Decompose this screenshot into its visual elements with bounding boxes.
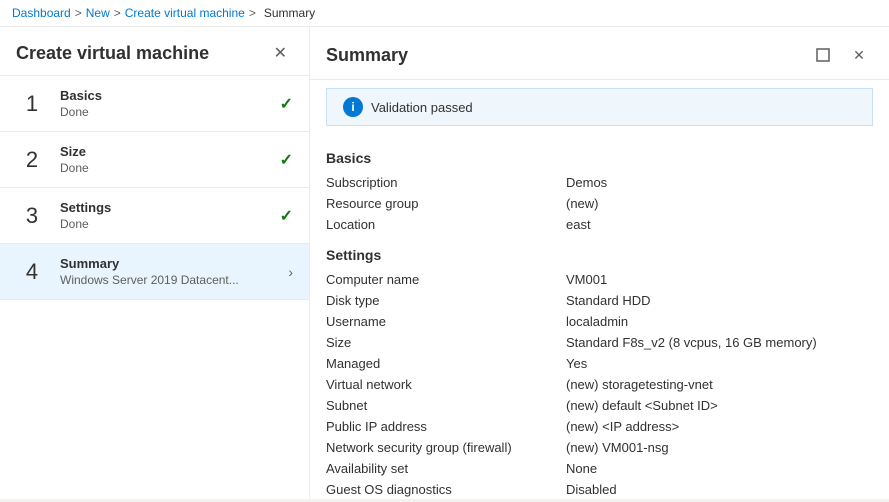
- step-number-1: 1: [16, 91, 48, 117]
- breadcrumb-current: Summary: [264, 6, 315, 20]
- step-title-size: Size: [60, 144, 280, 159]
- label-location: Location: [326, 214, 566, 235]
- left-panel-header: Create virtual machine ✕: [0, 27, 309, 76]
- step-subtitle-summary: Windows Server 2019 Datacent...: [60, 273, 288, 287]
- close-button[interactable]: ✕: [845, 41, 873, 69]
- step-subtitle-size: Done: [60, 161, 280, 175]
- step-item-settings[interactable]: 3 Settings Done ✓: [0, 188, 309, 244]
- label-subnet: Subnet: [326, 395, 566, 416]
- value-virtual-network: (new) storagetesting-vnet: [566, 374, 873, 395]
- label-disk-type: Disk type: [326, 290, 566, 311]
- main-container: Create virtual machine ✕ 1 Basics Done ✓…: [0, 27, 889, 499]
- label-subscription: Subscription: [326, 172, 566, 193]
- value-subnet: (new) default <Subnet ID>: [566, 395, 873, 416]
- step-check-size: ✓: [280, 150, 293, 170]
- step-number-3: 3: [16, 203, 48, 229]
- table-row: Disk type Standard HDD: [326, 290, 873, 311]
- step-info-size: Size Done: [60, 144, 280, 175]
- step-list: 1 Basics Done ✓ 2 Size Done ✓ 3: [0, 76, 309, 300]
- table-row: Computer name VM001: [326, 269, 873, 290]
- step-item-size[interactable]: 2 Size Done ✓: [0, 132, 309, 188]
- settings-table: Computer name VM001 Disk type Standard H…: [326, 269, 873, 499]
- table-row: Resource group (new): [326, 193, 873, 214]
- value-subscription: Demos: [566, 172, 873, 193]
- step-check-settings: ✓: [280, 206, 293, 226]
- label-size: Size: [326, 332, 566, 353]
- label-public-ip: Public IP address: [326, 416, 566, 437]
- step-check-basics: ✓: [280, 94, 293, 114]
- validation-icon: i: [343, 97, 363, 117]
- right-panel-icons: ✕: [809, 41, 873, 69]
- table-row: Subnet (new) default <Subnet ID>: [326, 395, 873, 416]
- validation-bar: i Validation passed: [326, 88, 873, 126]
- breadcrumb-new[interactable]: New: [86, 6, 110, 20]
- value-size: Standard F8s_v2 (8 vcpus, 16 GB memory): [566, 332, 873, 353]
- step-title-settings: Settings: [60, 200, 280, 215]
- step-item-summary[interactable]: 4 Summary Windows Server 2019 Datacent..…: [0, 244, 309, 300]
- left-panel: Create virtual machine ✕ 1 Basics Done ✓…: [0, 27, 310, 499]
- section-title-basics: Basics: [326, 150, 873, 166]
- step-info-basics: Basics Done: [60, 88, 280, 119]
- step-item-basics[interactable]: 1 Basics Done ✓: [0, 76, 309, 132]
- label-virtual-network: Virtual network: [326, 374, 566, 395]
- value-username: localadmin: [566, 311, 873, 332]
- table-row: Managed Yes: [326, 353, 873, 374]
- label-guest-os-diagnostics: Guest OS diagnostics: [326, 479, 566, 499]
- value-public-ip: (new) <IP address>: [566, 416, 873, 437]
- right-panel-header: Summary ✕: [310, 27, 889, 80]
- step-number-4: 4: [16, 259, 48, 285]
- table-row: Username localadmin: [326, 311, 873, 332]
- step-info-settings: Settings Done: [60, 200, 280, 231]
- value-location: east: [566, 214, 873, 235]
- value-guest-os-diagnostics: Disabled: [566, 479, 873, 499]
- value-resource-group: (new): [566, 193, 873, 214]
- summary-content: Basics Subscription Demos Resource group…: [310, 134, 889, 499]
- step-info-summary: Summary Windows Server 2019 Datacent...: [60, 256, 288, 287]
- right-panel: Summary ✕ i Validation passed Basics Sub…: [310, 27, 889, 499]
- label-resource-group: Resource group: [326, 193, 566, 214]
- label-nsg: Network security group (firewall): [326, 437, 566, 458]
- value-nsg: (new) VM001-nsg: [566, 437, 873, 458]
- label-availability-set: Availability set: [326, 458, 566, 479]
- left-panel-close-button[interactable]: ✕: [268, 41, 293, 65]
- value-computer-name: VM001: [566, 269, 873, 290]
- basics-table: Subscription Demos Resource group (new) …: [326, 172, 873, 235]
- maximize-icon: [816, 48, 830, 62]
- section-title-settings: Settings: [326, 247, 873, 263]
- table-row: Location east: [326, 214, 873, 235]
- table-row: Public IP address (new) <IP address>: [326, 416, 873, 437]
- breadcrumb-dashboard[interactable]: Dashboard: [12, 6, 71, 20]
- step-title-basics: Basics: [60, 88, 280, 103]
- maximize-button[interactable]: [809, 41, 837, 69]
- label-managed: Managed: [326, 353, 566, 374]
- value-availability-set: None: [566, 458, 873, 479]
- breadcrumb-create-vm[interactable]: Create virtual machine: [125, 6, 245, 20]
- table-row: Guest OS diagnostics Disabled: [326, 479, 873, 499]
- step-subtitle-settings: Done: [60, 217, 280, 231]
- left-panel-title: Create virtual machine: [16, 43, 209, 64]
- label-username: Username: [326, 311, 566, 332]
- value-managed: Yes: [566, 353, 873, 374]
- table-row: Virtual network (new) storagetesting-vne…: [326, 374, 873, 395]
- table-row: Availability set None: [326, 458, 873, 479]
- label-computer-name: Computer name: [326, 269, 566, 290]
- step-subtitle-basics: Done: [60, 105, 280, 119]
- table-row: Size Standard F8s_v2 (8 vcpus, 16 GB mem…: [326, 332, 873, 353]
- table-row: Network security group (firewall) (new) …: [326, 437, 873, 458]
- step-title-summary: Summary: [60, 256, 288, 271]
- table-row: Subscription Demos: [326, 172, 873, 193]
- value-disk-type: Standard HDD: [566, 290, 873, 311]
- breadcrumb: Dashboard > New > Create virtual machine…: [0, 0, 889, 27]
- validation-text: Validation passed: [371, 100, 473, 115]
- step-chevron-summary: ›: [288, 264, 293, 280]
- step-number-2: 2: [16, 147, 48, 173]
- right-panel-title: Summary: [326, 45, 408, 66]
